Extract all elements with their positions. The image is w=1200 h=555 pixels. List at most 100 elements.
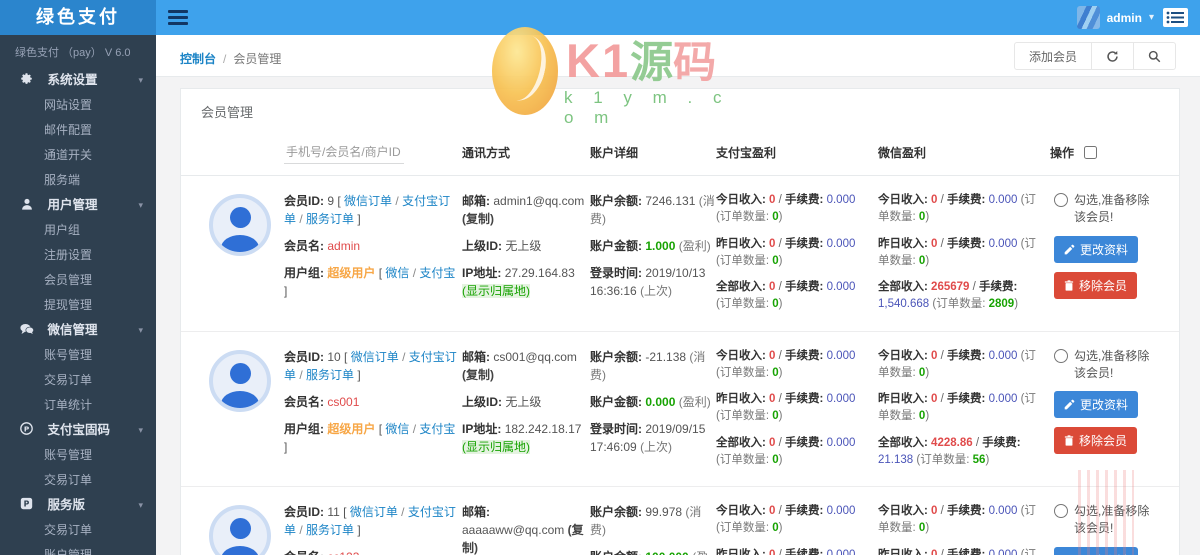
- member-info-cell: 会员ID: 11 微信订单支付宝订单服务订单 会员名: cc123 用户组: 超…: [284, 503, 462, 555]
- sidebar-section-service[interactable]: P 服务版 ▾: [0, 493, 156, 518]
- comm-cell: 邮箱: admin1@qq.com (复制) 上级ID: 无上级 IP地址: 2…: [462, 192, 590, 323]
- parent-id-label: 上级ID:: [462, 239, 502, 253]
- sidebar-section-users[interactable]: 用户管理 ▾: [0, 193, 156, 218]
- sidebar-item-service-orders[interactable]: 交易订单: [0, 518, 156, 543]
- sidebar-item-site-settings[interactable]: 网站设置: [0, 93, 156, 118]
- service-square-icon: P: [18, 494, 35, 519]
- order-count-value: 0: [918, 366, 926, 379]
- member-id-label: 会员ID:: [284, 349, 324, 364]
- show-ip-location-link[interactable]: (显示归属地): [462, 284, 530, 298]
- fee-value: 0.000: [826, 349, 856, 362]
- service-orders-link[interactable]: 服务订单: [306, 212, 354, 226]
- copy-link[interactable]: (复制): [462, 368, 494, 382]
- group-wechat-link[interactable]: 微信: [385, 266, 409, 280]
- sidebar-section-system[interactable]: 系统设置 ▾: [0, 68, 156, 93]
- remove-select-radio[interactable]: [1054, 504, 1068, 518]
- edit-member-button[interactable]: 更改资料: [1054, 391, 1139, 419]
- sidebar-item-channel-switch[interactable]: 通道开关: [0, 143, 156, 168]
- member-name-label: 会员名:: [284, 239, 324, 253]
- sidebar-item-mail-config[interactable]: 邮件配置: [0, 118, 156, 143]
- alipay-profit-cell: 今日收入: 0手续费: 0.000 (订单数量: 0) 昨日收入: 0手续费: …: [716, 348, 878, 479]
- group-wechat-link[interactable]: 微信: [385, 422, 409, 436]
- fee-value: 0.000: [826, 237, 856, 250]
- search-input[interactable]: [284, 141, 404, 164]
- fee-label: 手续费:: [947, 237, 986, 250]
- member-name-value: cs001: [327, 394, 360, 409]
- order-count-value: 2809: [988, 298, 1015, 311]
- edit-member-button[interactable]: 更改资料: [1054, 546, 1139, 555]
- sidebar-item-server[interactable]: 服务端: [0, 168, 156, 193]
- sidebar-section-label: 微信管理: [47, 323, 98, 337]
- sidebar-section-alipay-qrcode[interactable]: P 支付宝固码 ▾: [0, 418, 156, 443]
- select-all-checkbox[interactable]: [1084, 146, 1098, 159]
- sidebar-item-wechat-orders[interactable]: 交易订单: [0, 368, 156, 393]
- service-orders-link[interactable]: 服务订单: [306, 368, 354, 382]
- show-ip-location-link[interactable]: (显示归属地): [462, 439, 530, 454]
- add-member-button[interactable]: 添加会员: [1013, 42, 1092, 70]
- sidebar-toggle-button[interactable]: [156, 0, 200, 35]
- edit-member-button[interactable]: 更改资料: [1054, 235, 1139, 263]
- today-income-label: 今日收入:: [878, 505, 928, 517]
- sidebar-section-wechat[interactable]: 微信管理 ▾: [0, 318, 156, 343]
- refresh-button[interactable]: [1091, 42, 1134, 70]
- order-count-note: (订单数量: 0): [716, 254, 783, 267]
- wechat-orders-link[interactable]: 微信订单: [344, 194, 392, 208]
- sidebar-item-alipay-orders[interactable]: 交易订单: [0, 468, 156, 493]
- fee-label: 手续费:: [785, 436, 824, 449]
- today-income-label: 今日收入:: [716, 349, 766, 362]
- order-count-value: 0: [918, 254, 926, 267]
- fee-value: 0.000: [988, 505, 1018, 517]
- balance-value: 99.978: [645, 505, 683, 519]
- avatar: [209, 349, 271, 412]
- yesterday-income-label: 昨日收入:: [878, 548, 928, 555]
- user-menu[interactable]: admin ▾: [1076, 0, 1154, 35]
- fee-label: 手续费:: [785, 505, 824, 517]
- member-name-value: cc123: [327, 550, 359, 555]
- user-avatar: [1076, 6, 1100, 29]
- remove-select-radio[interactable]: [1054, 193, 1068, 207]
- member-info-cell: 会员ID: 9 微信订单支付宝订单服务订单 会员名: admin 用户组: 超级…: [284, 192, 462, 323]
- ip-value: 182.242.18.17: [504, 421, 582, 436]
- remove-member-button[interactable]: 移除会员: [1054, 427, 1138, 455]
- remove-hint-text: 勾选,准备移除该会员!: [1074, 504, 1150, 536]
- group-alipay-link[interactable]: 支付宝: [419, 266, 455, 280]
- today-income-label: 今日收入:: [878, 194, 928, 206]
- sidebar-item-alipay-accounts[interactable]: 账号管理: [0, 443, 156, 468]
- fee-label: 手续费:: [785, 194, 824, 206]
- sidebar-item-order-stats[interactable]: 订单统计: [0, 393, 156, 418]
- search-button[interactable]: [1133, 42, 1176, 70]
- email-value: aaaaaww@qq.com: [462, 523, 565, 537]
- copy-link[interactable]: (复制): [462, 212, 494, 226]
- sidebar-item-service-accounts[interactable]: 账户管理: [0, 543, 156, 555]
- order-count-note: (订单数量: 0): [716, 298, 783, 311]
- layout-list-icon[interactable]: [1163, 8, 1188, 27]
- today-income-label: 今日收入:: [716, 194, 766, 206]
- sidebar-version-line: 绿色支付 （pay） V 6.0: [15, 47, 131, 59]
- service-orders-link[interactable]: 服务订单: [306, 523, 354, 537]
- top-bar: 绿色支付 admin ▾: [0, 0, 1200, 35]
- today-income-label: 今日收入:: [716, 505, 766, 517]
- fee-value: 1,540.668: [878, 298, 930, 311]
- remove-select-radio[interactable]: [1054, 348, 1068, 363]
- sidebar-item-member-manage[interactable]: 会员管理: [0, 268, 156, 293]
- member-name-label: 会员名:: [284, 550, 324, 555]
- total-income-label: 全部收入:: [716, 436, 766, 449]
- sidebar-item-register-settings[interactable]: 注册设置: [0, 243, 156, 268]
- breadcrumb-home-link[interactable]: 控制台: [180, 52, 216, 66]
- ip-label: IP地址:: [462, 266, 502, 280]
- remove-select-option: 勾选,准备移除该会员!: [1054, 192, 1164, 227]
- gear-icon: [18, 69, 35, 94]
- sidebar-section-label: 用户管理: [47, 198, 98, 212]
- today-income-label: 今日收入:: [878, 349, 928, 362]
- remove-member-button[interactable]: 移除会员: [1054, 271, 1138, 299]
- sidebar-item-user-groups[interactable]: 用户组: [0, 218, 156, 243]
- wechat-orders-link[interactable]: 微信订单: [350, 505, 398, 519]
- sidebar-item-withdraw-manage[interactable]: 提现管理: [0, 293, 156, 318]
- parent-id-value: 无上级: [505, 239, 542, 253]
- wechat-orders-link[interactable]: 微信订单: [351, 350, 399, 364]
- group-alipay-link[interactable]: 支付宝: [419, 422, 455, 436]
- balance-value: -21.138: [645, 349, 687, 364]
- action-cell: 勾选,准备移除该会员! 更改资料 移除会员: [1050, 348, 1164, 479]
- sidebar-item-wechat-accounts[interactable]: 账号管理: [0, 343, 156, 368]
- fee-label: 手续费:: [785, 548, 824, 555]
